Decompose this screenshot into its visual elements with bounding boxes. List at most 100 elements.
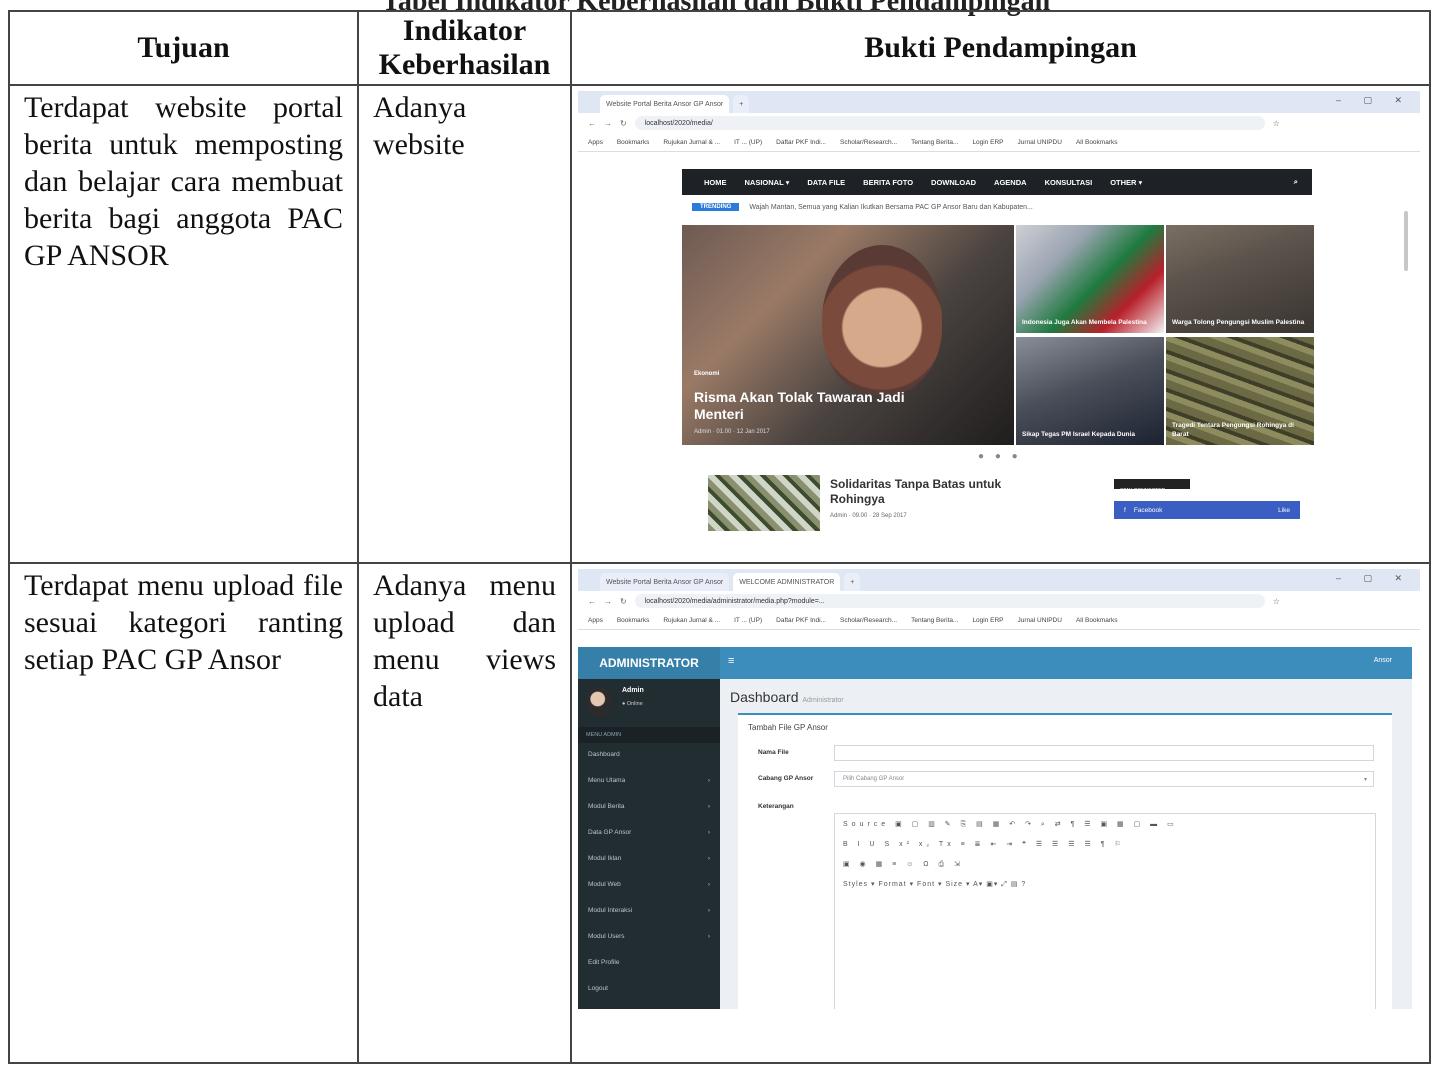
forward-icon[interactable]: →	[604, 597, 612, 606]
bookmarks-bar: Apps Bookmarks Rujukan Jurnal & ... IT .…	[578, 133, 1420, 152]
menu-toggle-icon[interactable]: ≡	[728, 655, 734, 667]
nav-other[interactable]: OTHER ▾	[1110, 178, 1142, 187]
thumb-article[interactable]: Sikap Tegas PM Israel Kepada Dunia	[1016, 337, 1164, 445]
admin-content: Dashboard Administrator Tambah File GP A…	[720, 679, 1412, 1009]
admin-screenshot: Website Portal Berita Ansor GP Ansor WEL…	[578, 569, 1420, 1009]
thumb-article[interactable]: Warga Tolong Pengungsi Muslim Palestina	[1166, 225, 1314, 333]
bookmarks-bar: Apps Bookmarks Rujukan Jurnal & ... IT .…	[578, 611, 1420, 630]
browser-tab[interactable]: Website Portal Berita Ansor GP Ansor	[600, 95, 730, 113]
chevron-right-icon: ›	[707, 803, 710, 810]
address-bar: ← → ↻ localhost/2020/media/administrator…	[578, 591, 1420, 611]
page-title: Dashboard Administrator	[730, 689, 844, 705]
thumb-title: Tragedi Tentara Pengungsi Rohingya di Ba…	[1172, 422, 1294, 438]
bookmark-item[interactable]: Daftar PKF Indi...	[776, 617, 826, 624]
browser-tab[interactable]: Website Portal Berita Ansor GP Ansor	[600, 573, 730, 591]
window-controls[interactable]: – ▢ ✕	[1336, 573, 1412, 584]
editor-toolbar[interactable]: Source ▣ ▢ ▥ ✎ ⎘ ▤ ▦ ↶ ↷ ⌕ ⇄ ¶ ☰ ▣ ▦ ▢ ▬…	[843, 820, 1367, 834]
new-tab-button[interactable]: +	[844, 573, 861, 591]
hero-headline[interactable]: Risma Akan Tolak Tawaran Jadi Menteri	[694, 389, 924, 423]
nav-data-file[interactable]: DATA FILE	[807, 178, 845, 187]
admin-brand[interactable]: ADMINISTRATOR	[578, 647, 720, 679]
window-controls[interactable]: – ▢ ✕	[1336, 95, 1412, 106]
star-icon[interactable]: ☆	[1273, 119, 1280, 128]
indicator-table: Tujuan Indikator Keberhasilan Bukti Pend…	[8, 10, 1431, 1064]
sidebar-item-data-gp-ansor[interactable]: Data GP Ansor ›	[588, 829, 710, 836]
url-field[interactable]: localhost/2020/media/administrator/media…	[634, 594, 1265, 608]
bookmark-item[interactable]: Rujukan Jurnal & ...	[663, 139, 720, 146]
address-bar: ← → ↻ localhost/2020/media/ ☆	[578, 113, 1420, 133]
chevron-right-icon: ›	[707, 777, 710, 784]
thumb-article[interactable]: Tragedi Tentara Pengungsi Rohingya di Ba…	[1166, 337, 1314, 445]
sidebar-item-edit-profile[interactable]: Edit Profile	[588, 959, 710, 966]
back-icon[interactable]: ←	[588, 597, 596, 606]
bookmark-item[interactable]: Jurnal UNIPDU	[1018, 617, 1062, 624]
bookmark-item[interactable]: All Bookmarks	[1076, 617, 1118, 624]
editor-toolbar[interactable]: ▣ ◉ ▦ ≡ ☺ Ω ⎙ ⇲	[843, 860, 1367, 874]
sidebar-item-modul-iklan[interactable]: Modul Iklan ›	[588, 855, 710, 862]
rich-text-editor[interactable]: Source ▣ ▢ ▥ ✎ ⎘ ▤ ▦ ↶ ↷ ⌕ ⇄ ¶ ☰ ▣ ▦ ▢ ▬…	[834, 813, 1376, 1009]
bookmark-item[interactable]: IT ... (UP)	[734, 139, 762, 146]
nav-nasional[interactable]: NASIONAL ▾	[745, 178, 790, 187]
site-navbar: HOME NASIONAL ▾ DATA FILE BERITA FOTO DO…	[682, 169, 1312, 195]
bookmark-item[interactable]: Tentang Berita...	[911, 617, 958, 624]
nav-agenda[interactable]: AGENDA	[994, 178, 1027, 187]
hero-photo	[822, 245, 942, 395]
bookmark-item[interactable]: Bookmarks	[617, 617, 650, 624]
reload-icon[interactable]: ↻	[620, 119, 627, 128]
thumb-article[interactable]: Indonesia Juga Akan Membela Palestina	[1016, 225, 1164, 333]
sidebar-item-dashboard[interactable]: Dashboard	[588, 751, 710, 758]
editor-toolbar[interactable]: B I U S x² x₂ Tx ≡ ≣ ⇤ ⇥ ❝ ☰ ☰ ☰ ☰ ¶ ⚐	[843, 840, 1367, 854]
sidebar-item-modul-interaksi[interactable]: Modul Interaksi ›	[588, 907, 710, 914]
sidebar-item-modul-users[interactable]: Modul Users ›	[588, 933, 710, 940]
url-field[interactable]: localhost/2020/media/	[634, 116, 1265, 130]
nav-home[interactable]: HOME	[704, 178, 727, 187]
forward-icon[interactable]: →	[604, 119, 612, 128]
admin-user-menu[interactable]: Ansor	[1374, 657, 1392, 664]
nav-konsultasi[interactable]: KONSULTASI	[1045, 178, 1093, 187]
sidebar-item-modul-berita[interactable]: Modul Berita ›	[588, 803, 710, 810]
bookmark-item[interactable]: Rujukan Jurnal & ...	[663, 617, 720, 624]
table-row: Terdapat website portal berita untuk mem…	[8, 84, 1431, 564]
scrollbar[interactable]	[1404, 211, 1408, 271]
cabang-select[interactable]: Pilih Cabang GP Ansor ▾	[834, 771, 1374, 787]
article-title[interactable]: Solidaritas Tanpa Batas untuk Rohingya	[830, 477, 1040, 507]
header-tujuan: Tujuan	[8, 10, 359, 86]
bookmark-item[interactable]: Scholar/Research...	[840, 617, 897, 624]
ticker-text[interactable]: Wajah Mantan, Semua yang Kalian Ikutkan …	[749, 204, 1033, 211]
table-header-row: Tujuan Indikator Keberhasilan Bukti Pend…	[8, 10, 1431, 86]
bookmark-item[interactable]: Tentang Berita...	[911, 139, 958, 146]
bookmark-item[interactable]: Apps	[588, 617, 603, 624]
nav-download[interactable]: DOWNLOAD	[931, 178, 976, 187]
thumb-title: Sikap Tegas PM Israel Kepada Dunia	[1022, 431, 1135, 438]
bookmark-item[interactable]: Bookmarks	[617, 139, 650, 146]
sidebar-item-modul-web[interactable]: Modul Web ›	[588, 881, 710, 888]
back-icon[interactable]: ←	[588, 119, 596, 128]
carousel-dots[interactable]: ● ● ●	[978, 451, 1022, 462]
nama-file-input[interactable]	[834, 745, 1374, 761]
facebook-button[interactable]: f Facebook Like	[1114, 501, 1300, 519]
tujuan-cell: Terdapat website portal berita untuk mem…	[24, 91, 343, 272]
sidebar-item-menu-utama[interactable]: Menu Utama ›	[588, 777, 710, 784]
admin-sidebar: Admin ● Online MENU ADMIN Dashboard Menu…	[578, 679, 720, 1009]
star-icon[interactable]: ☆	[1273, 597, 1280, 606]
search-icon[interactable]: ⌕	[1294, 177, 1298, 187]
bookmark-item[interactable]: IT ... (UP)	[734, 617, 762, 624]
sidebar-item-logout[interactable]: Logout	[588, 985, 710, 992]
bookmark-item[interactable]: Jurnal UNIPDU	[1018, 139, 1062, 146]
bookmark-item[interactable]: Login ERP	[972, 139, 1003, 146]
bookmark-item[interactable]: Apps	[588, 139, 603, 146]
bookmark-item[interactable]: Scholar/Research...	[840, 139, 897, 146]
article-thumbnail[interactable]	[708, 475, 820, 531]
label-nama-file: Nama File	[758, 749, 789, 756]
nav-berita-foto[interactable]: BERITA FOTO	[863, 178, 913, 187]
page-subtitle: Administrator	[802, 697, 844, 704]
bookmark-item[interactable]: Daftar PKF Indi...	[776, 139, 826, 146]
reload-icon[interactable]: ↻	[620, 597, 627, 606]
editor-toolbar[interactable]: Styles ▾ Format ▾ Font ▾ Size ▾ A▾ ▣▾ ⤢ …	[843, 880, 1367, 894]
bookmark-item[interactable]: All Bookmarks	[1076, 139, 1118, 146]
new-tab-button[interactable]: +	[733, 95, 750, 113]
form-box: Tambah File GP Ansor Nama File Cabang GP…	[738, 713, 1392, 1009]
hero-article[interactable]: Ekonomi Risma Akan Tolak Tawaran Jadi Me…	[682, 225, 1014, 445]
bookmark-item[interactable]: Login ERP	[972, 617, 1003, 624]
browser-tab-active[interactable]: WELCOME ADMINISTRATOR	[733, 573, 841, 591]
